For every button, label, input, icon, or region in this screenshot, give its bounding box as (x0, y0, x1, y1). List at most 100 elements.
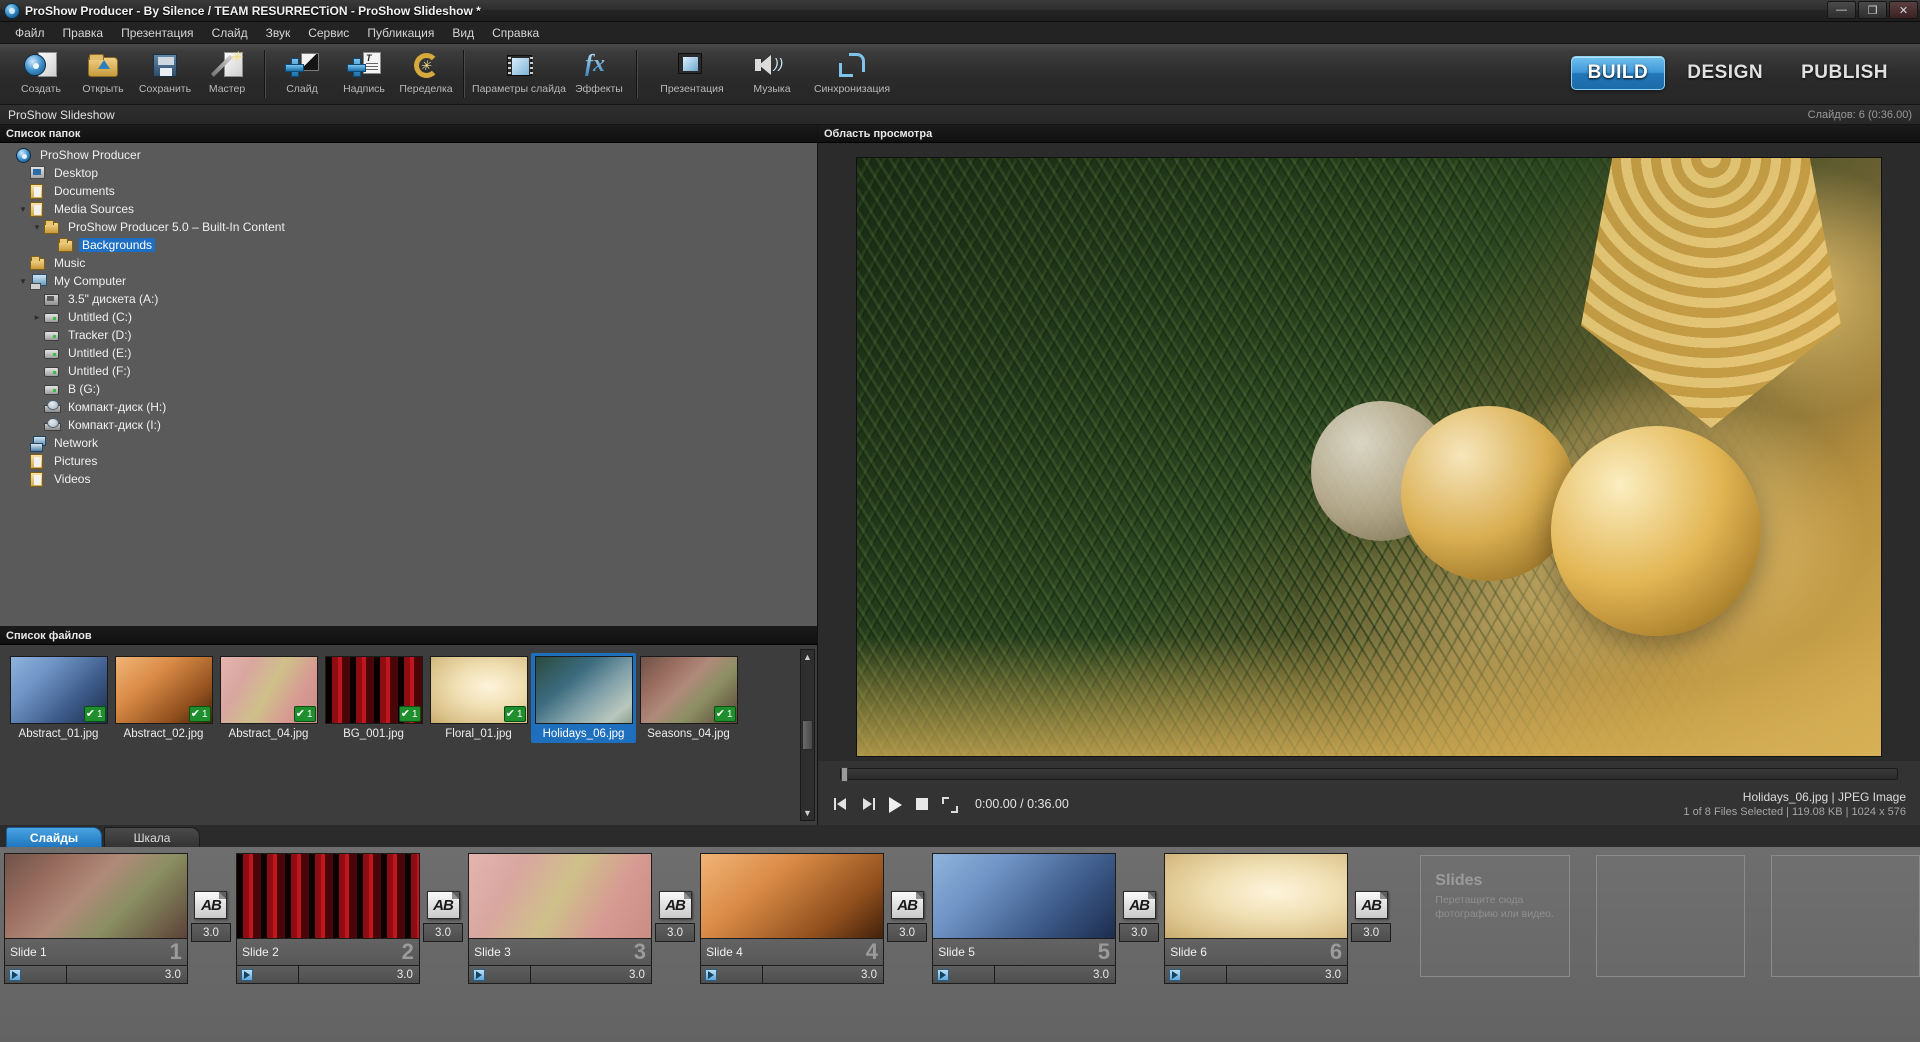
next-track-icon[interactable] (859, 795, 877, 813)
folder-tree-item[interactable]: ▾ ProShow Producer 5.0 – Built-In Content (2, 218, 817, 236)
file-list-item[interactable]: ✔ 1 Seasons_04.jpg (636, 653, 741, 743)
transition-effect-button[interactable]: AB (426, 891, 460, 919)
slide-duration[interactable]: 3.0 (763, 966, 883, 983)
transition-effect-button[interactable]: AB (1122, 891, 1156, 919)
menu-item-publish[interactable]: Публикация (358, 24, 443, 42)
minimize-button[interactable]: — (1827, 1, 1856, 19)
file-list-item[interactable]: ✔ 1 Abstract_01.jpg (6, 653, 111, 743)
folder-tree-item[interactable]: ▾ Media Sources (2, 200, 817, 218)
folder-tree-item[interactable]: Untitled (E:) (2, 344, 817, 362)
folder-tree-item[interactable]: 3.5" дискета (A:) (2, 290, 817, 308)
folder-tree-item[interactable]: Untitled (F:) (2, 362, 817, 380)
menu-item-file[interactable]: Файл (6, 24, 54, 42)
slide-options-button[interactable]: Параметры слайда (470, 44, 568, 104)
menu-item-edit[interactable]: Правка (54, 24, 113, 42)
empty-slide-slot[interactable] (1595, 855, 1745, 977)
tree-expander-icon[interactable]: ▾ (16, 276, 30, 287)
slide-duration[interactable]: 3.0 (299, 966, 419, 983)
effects-button[interactable]: fx Эффекты (568, 44, 630, 104)
folder-tree-item[interactable]: Music (2, 254, 817, 272)
menu-item-presentation[interactable]: Презентация (112, 24, 203, 42)
tab-slides[interactable]: Слайды (6, 827, 102, 847)
folder-tree-item[interactable]: Backgrounds (2, 236, 817, 254)
open-button[interactable]: Открыть (72, 44, 134, 104)
folder-tree-item[interactable]: Tracker (D:) (2, 326, 817, 344)
folder-tree-item[interactable]: ▸ Untitled (C:) (2, 308, 817, 326)
slide-cell[interactable]: Slide 1 1 3.0 (4, 853, 188, 984)
empty-slide-slot[interactable]: Slides Перетащите сюда фотографию или вид… (1420, 855, 1570, 977)
transition-duration[interactable]: 3.0 (1119, 923, 1160, 942)
menu-item-help[interactable]: Справка (483, 24, 548, 42)
fullscreen-icon[interactable] (940, 795, 958, 813)
file-list-item[interactable]: ✔ 1 Abstract_02.jpg (111, 653, 216, 743)
scrubber-handle[interactable] (841, 767, 848, 782)
folder-tree-item[interactable]: Desktop (2, 164, 817, 182)
folder-tree-item[interactable]: ▾ My Computer (2, 272, 817, 290)
prev-track-icon[interactable] (832, 795, 850, 813)
close-button[interactable]: ✕ (1889, 1, 1918, 19)
new-project-button[interactable]: Создать (10, 44, 72, 104)
slide-thumbnail[interactable] (4, 853, 188, 939)
menu-item-audio[interactable]: Звук (257, 24, 300, 42)
folder-tree-item[interactable]: Documents (2, 182, 817, 200)
slide-cell[interactable]: Slide 5 5 3.0 (932, 853, 1117, 984)
file-list-item[interactable]: ✔ 1 Floral_01.jpg (426, 653, 531, 743)
folder-tree-item[interactable]: Pictures (2, 452, 817, 470)
transition-effect-button[interactable]: AB (1354, 891, 1388, 919)
menu-item-service[interactable]: Сервис (299, 24, 358, 42)
music-button[interactable]: )) Музыка (741, 44, 803, 104)
slide-strip[interactable]: Slide 1 1 3.0 AB 3.0 Slide 2 2 3.0 AB 3.0 Slide 3 3… (0, 847, 1920, 1042)
slide-preview-button[interactable] (933, 966, 996, 983)
folder-tree-item[interactable]: Network (2, 434, 817, 452)
slide-thumbnail[interactable] (236, 853, 420, 939)
slide-preview-button[interactable] (237, 966, 300, 983)
slide-duration[interactable]: 3.0 (67, 966, 187, 983)
transition-duration[interactable]: 3.0 (190, 923, 231, 942)
transition-effect-button[interactable]: AB (194, 891, 228, 919)
slide-cell[interactable]: Slide 3 3 3.0 (468, 853, 652, 984)
slide-preview-button[interactable] (5, 966, 67, 983)
folder-tree-item[interactable]: Компакт-диск (H:) (2, 398, 817, 416)
transition-effect-button[interactable]: AB (658, 891, 692, 919)
slide-thumbnail[interactable] (932, 853, 1117, 939)
file-list-item[interactable]: Holidays_06.jpg (531, 653, 636, 743)
transition-effect-button[interactable]: AB (890, 891, 924, 919)
add-caption-button[interactable]: Надпись (333, 44, 395, 104)
scroll-up-arrow[interactable]: ▲ (803, 650, 812, 664)
tree-expander-icon[interactable]: ▾ (30, 222, 44, 233)
folder-tree-item[interactable]: B (G:) (2, 380, 817, 398)
file-list-scrollbar[interactable]: ▲ ▼ (800, 649, 815, 821)
slide-preview-button[interactable] (701, 966, 764, 983)
preview-stage[interactable] (818, 143, 1920, 761)
scroll-down-arrow[interactable]: ▼ (803, 806, 812, 820)
folder-tree-item[interactable]: ProShow Producer (2, 146, 817, 164)
file-list[interactable]: ✔ 1 Abstract_01.jpg ✔ 1 Abstract_02.jpg ✔ 1 Abst… (0, 645, 817, 825)
wizard-button[interactable]: ✳ Мастер (196, 44, 258, 104)
slide-duration[interactable]: 3.0 (995, 966, 1116, 983)
mode-publish-button[interactable]: PUBLISH (1785, 57, 1904, 89)
mode-design-button[interactable]: DESIGN (1671, 57, 1779, 89)
folder-tree-item[interactable]: Компакт-диск (I:) (2, 416, 817, 434)
play-icon[interactable] (886, 795, 904, 813)
slide-duration[interactable]: 3.0 (1227, 966, 1348, 983)
slide-preview-button[interactable] (1165, 966, 1228, 983)
transition-duration[interactable]: 3.0 (655, 923, 696, 942)
sync-button[interactable]: Синхронизация (803, 44, 901, 104)
slide-cell[interactable]: Slide 6 6 3.0 (1164, 853, 1349, 984)
slide-thumbnail[interactable] (700, 853, 884, 939)
scrollbar-thumb[interactable] (802, 720, 813, 750)
maximize-button[interactable]: ❐ (1858, 1, 1887, 19)
menu-item-slide[interactable]: Слайд (203, 24, 257, 42)
stop-icon[interactable] (913, 795, 931, 813)
slide-cell[interactable]: Slide 4 4 3.0 (700, 853, 884, 984)
tree-expander-icon[interactable]: ▸ (30, 312, 44, 323)
slide-thumbnail[interactable] (1164, 853, 1349, 939)
folder-tree-item[interactable]: Videos (2, 470, 817, 488)
remake-button[interactable]: ✳ Переделка (395, 44, 457, 104)
transition-duration[interactable]: 3.0 (423, 923, 463, 942)
slide-cell[interactable]: Slide 2 2 3.0 (236, 853, 420, 984)
transition-duration[interactable]: 3.0 (887, 923, 928, 942)
transition-duration[interactable]: 3.0 (1351, 923, 1392, 942)
empty-slide-slot[interactable] (1770, 855, 1920, 977)
file-list-item[interactable]: ✔ 1 Abstract_04.jpg (216, 653, 321, 743)
